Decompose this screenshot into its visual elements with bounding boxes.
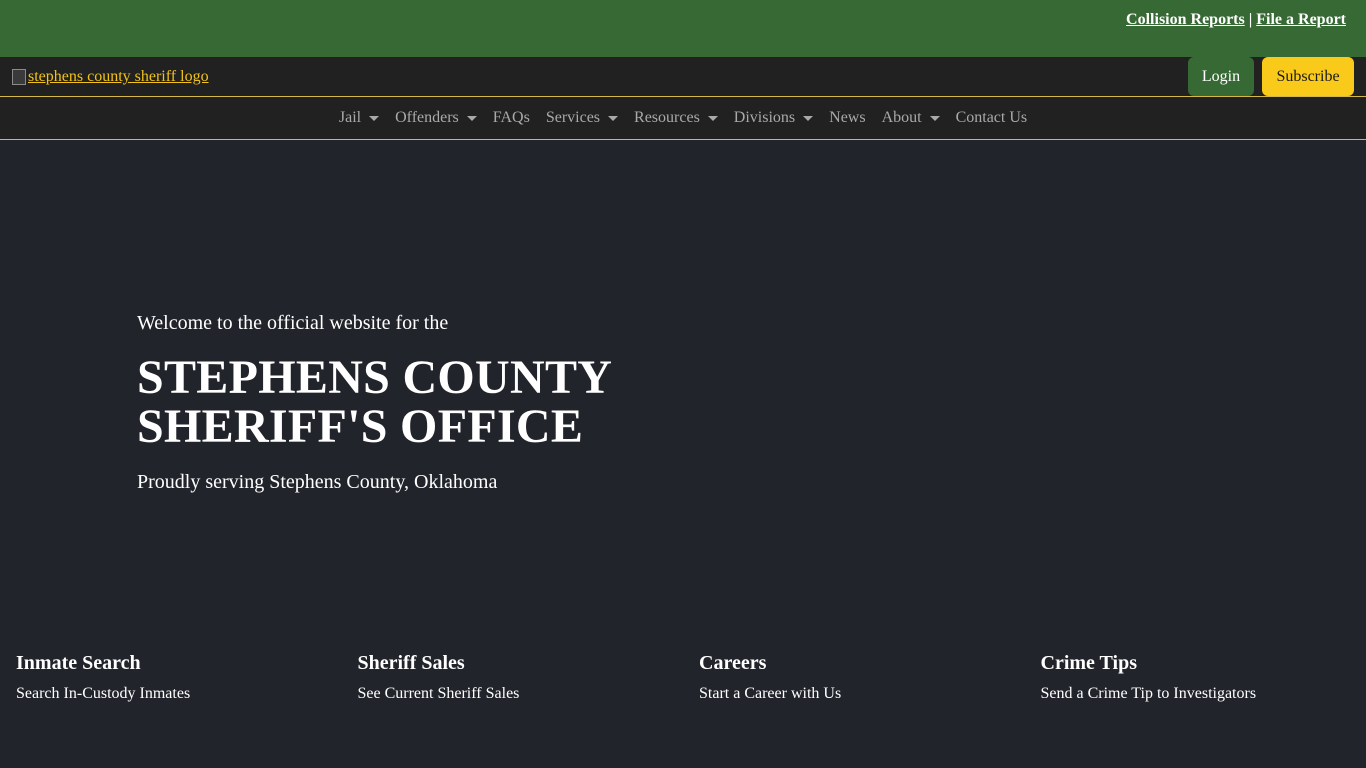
feature-description: See Current Sheriff Sales <box>357 685 520 702</box>
page-title: STEPHENS COUNTY SHERIFF'S OFFICE <box>137 353 612 451</box>
nav-label: About <box>881 109 922 126</box>
nav-label: FAQs <box>492 109 530 126</box>
logo-alt-text: stephens county sheriff logo <box>28 68 209 85</box>
feature-crime-tips[interactable]: Crime Tips Send a Crime Tip to Investiga… <box>1025 651 1366 703</box>
feature-title: Careers <box>699 652 767 674</box>
top-links: Collision Reports | File a Report <box>1126 11 1346 29</box>
caret-down-icon <box>803 115 814 121</box>
nav-label: Jail <box>338 109 362 126</box>
feature-inmate-search[interactable]: Inmate Search Search In-Custody Inmates <box>0 651 342 703</box>
feature-title: Sheriff Sales <box>357 652 465 674</box>
link-separator: | <box>1248 11 1253 28</box>
nav-item-divisions[interactable]: Divisions <box>733 109 814 127</box>
nav-label: Contact Us <box>955 109 1028 126</box>
nav-item-offenders[interactable]: Offenders <box>395 109 477 127</box>
feature-links: Inmate Search Search In-Custody Inmates … <box>0 651 1366 703</box>
login-button[interactable]: Login <box>1188 57 1254 96</box>
broken-image-icon <box>12 69 26 85</box>
nav-item-faqs[interactable]: FAQs <box>493 109 530 127</box>
file-a-report-link[interactable]: File a Report <box>1256 11 1346 28</box>
nav-label: Divisions <box>733 109 796 126</box>
nav-label: Offenders <box>395 109 459 126</box>
nav-item-news[interactable]: News <box>829 109 865 127</box>
brand-bar: stephens county sheriff logo Login Subsc… <box>0 57 1366 97</box>
hero-tagline: Proudly serving Stephens County, Oklahom… <box>137 471 498 493</box>
hero-section: Welcome to the official website for the … <box>0 140 1366 628</box>
nav-item-resources[interactable]: Resources <box>634 109 718 127</box>
caret-down-icon <box>707 115 718 121</box>
site-logo-link[interactable]: stephens county sheriff logo <box>12 68 209 86</box>
top-utility-bar: Collision Reports | File a Report <box>0 0 1366 57</box>
caret-down-icon <box>369 115 380 121</box>
caret-down-icon <box>608 115 619 121</box>
nav-item-services[interactable]: Services <box>545 109 619 127</box>
nav-item-about[interactable]: About <box>882 109 940 127</box>
nav-label: Resources <box>634 109 700 126</box>
caret-down-icon <box>466 115 477 121</box>
nav-label: Services <box>545 109 601 126</box>
nav-item-jail[interactable]: Jail <box>338 109 380 127</box>
nav-label: News <box>829 109 866 126</box>
hero-welcome-text: Welcome to the official website for the <box>137 312 449 334</box>
caret-down-icon <box>929 115 940 121</box>
feature-sheriff-sales[interactable]: Sheriff Sales See Current Sheriff Sales <box>342 651 684 703</box>
feature-description: Start a Career with Us <box>699 685 842 702</box>
title-line-1: STEPHENS COUNTY <box>137 351 613 404</box>
main-navigation: Jail Offenders FAQs Services Resources D… <box>0 97 1366 140</box>
nav-item-contact-us[interactable]: Contact Us <box>956 109 1028 127</box>
feature-title: Crime Tips <box>1040 652 1138 674</box>
feature-title: Inmate Search <box>16 652 141 674</box>
feature-description: Send a Crime Tip to Investigators <box>1040 685 1257 702</box>
collision-reports-link[interactable]: Collision Reports <box>1126 11 1245 28</box>
title-line-2: SHERIFF'S OFFICE <box>137 400 584 453</box>
subscribe-button[interactable]: Subscribe <box>1262 57 1354 96</box>
feature-careers[interactable]: Careers Start a Career with Us <box>683 651 1025 703</box>
feature-description: Search In-Custody Inmates <box>16 685 191 702</box>
